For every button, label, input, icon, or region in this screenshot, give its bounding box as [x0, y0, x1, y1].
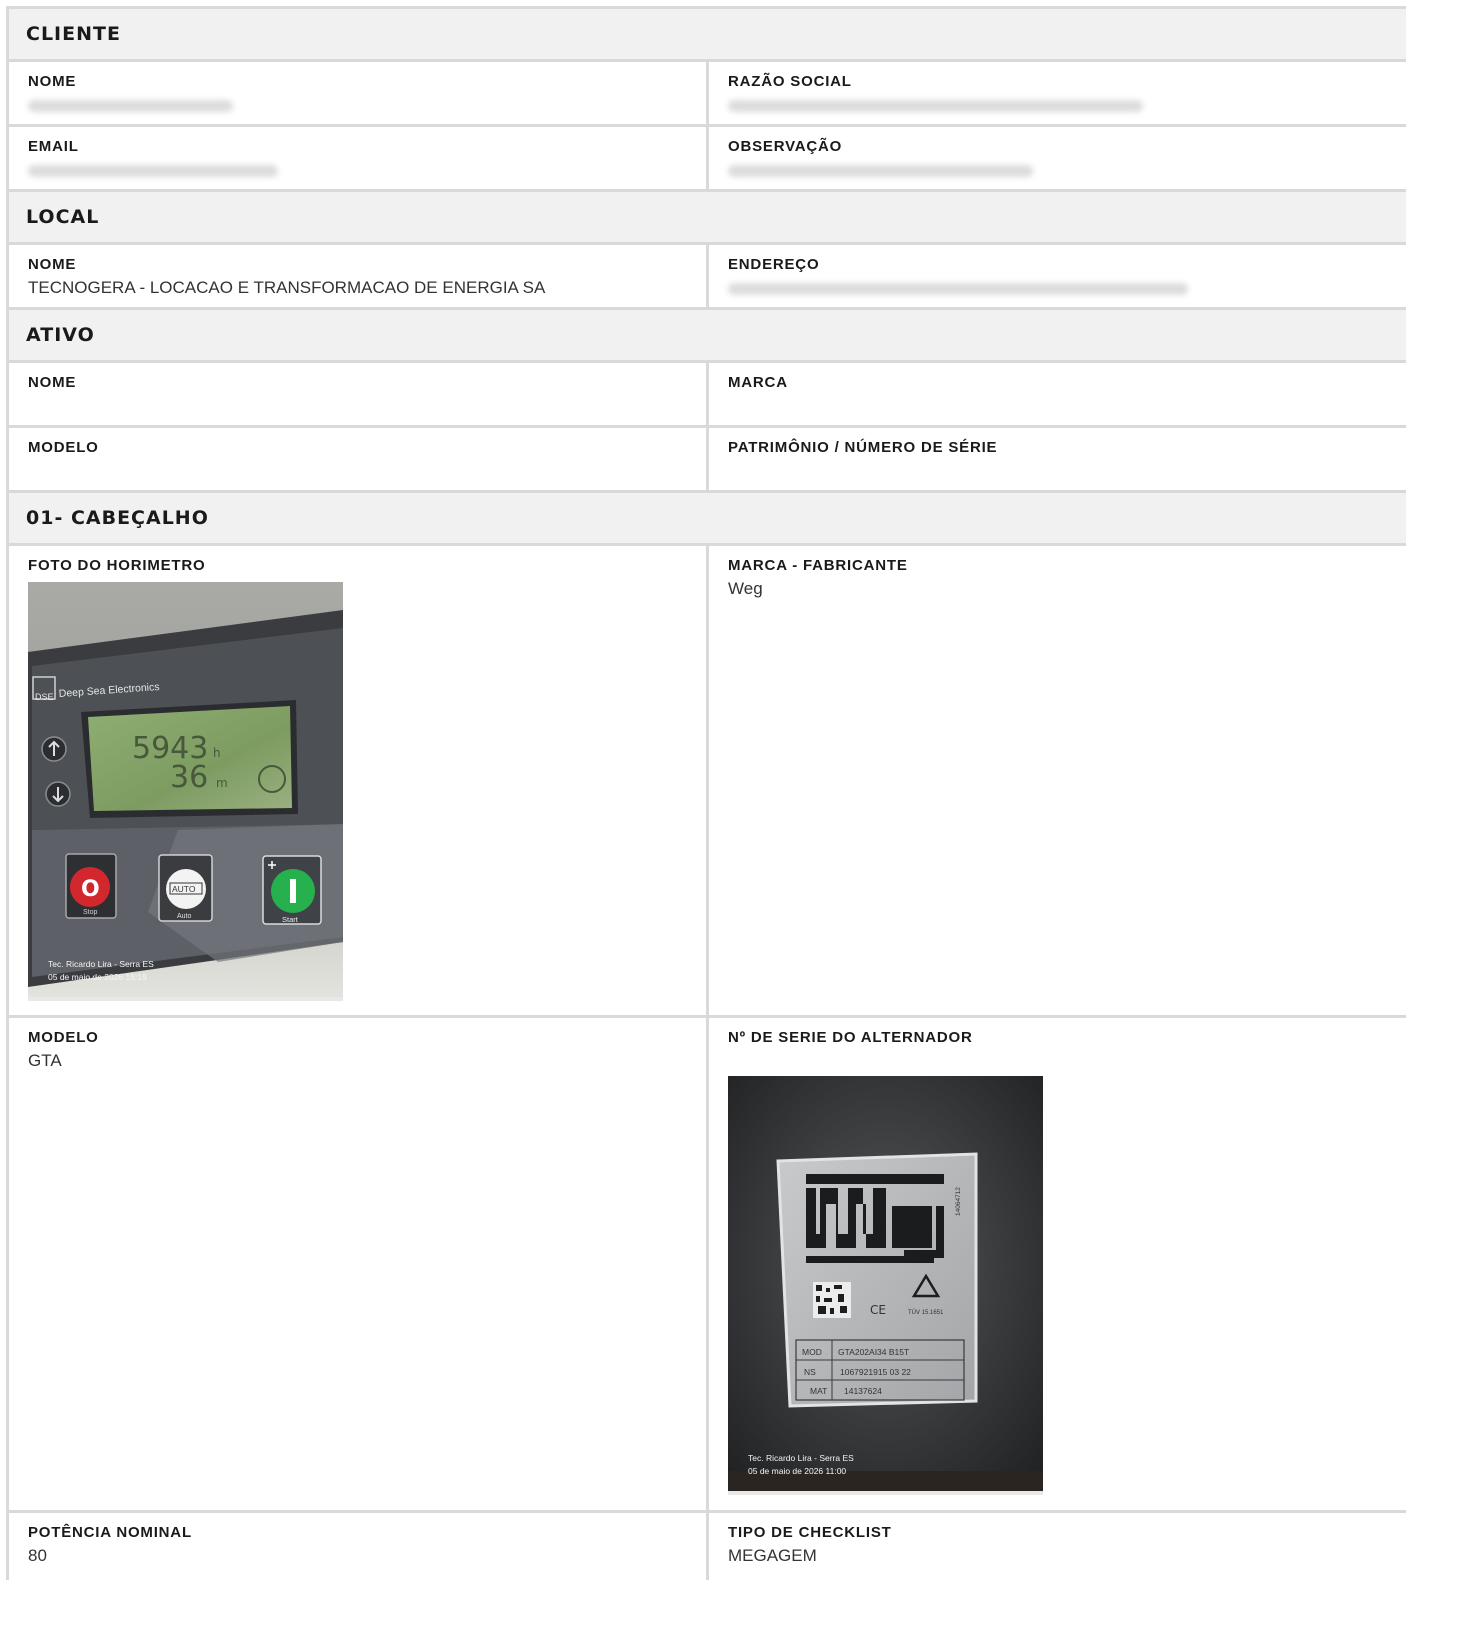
marca-fabricante-label: MARCA - FABRICANTE	[728, 557, 908, 574]
tuv-cert-text: TÜV 15.1651	[908, 1309, 944, 1316]
lcd-minutes: 36	[170, 760, 208, 795]
cliente-row-1: NOME RAZÃO SOCIAL	[6, 59, 1406, 124]
foto-horimetro-cell: FOTO DO HORIMETRO DSE Deep Sea Electroni…	[6, 546, 706, 1015]
cliente-razao-redacted	[728, 100, 1143, 112]
potencia-value: 80	[28, 1546, 47, 1565]
ativo-row-2: MODELO PATRIMÔNIO / NÚMERO DE SÉRIE	[6, 425, 1406, 490]
local-endereco-redacted	[728, 283, 1188, 295]
section-ativo-title: ATIVO	[6, 307, 1406, 360]
start-button-label: Start	[282, 915, 299, 924]
section-cabecalho-title: 01- CABEÇALHO	[6, 490, 1406, 543]
ativo-modelo-label: MODELO	[28, 439, 99, 456]
ativo-nome-label: NOME	[28, 374, 77, 391]
cliente-razao-cell: RAZÃO SOCIAL	[706, 62, 1406, 124]
foto-horimetro-label: FOTO DO HORIMETRO	[28, 557, 206, 574]
ativo-modelo-cell: MODELO	[6, 428, 706, 490]
serie-alternador-cell: Nº DE SERIE DO ALTERNADOR CE TÜV 15.1651…	[706, 1018, 1406, 1510]
plate-mat-value: 14137624	[844, 1386, 882, 1396]
local-endereco-label: ENDEREÇO	[728, 256, 820, 273]
tipo-checklist-value: MEGAGEM	[728, 1546, 817, 1565]
plate-ns-value: 1067921915 03 22	[840, 1367, 911, 1377]
local-row-1: NOME TECNOGERA - LOCACAO E TRANSFORMACAO…	[6, 242, 1406, 307]
alternador-photo[interactable]: CE TÜV 15.1651 14064712 MOD GTA202AI34 B…	[728, 1076, 1043, 1495]
svg-text:CE: CE	[870, 1303, 886, 1317]
cliente-nome-cell: NOME	[6, 62, 706, 124]
plate-mod-label: MOD	[802, 1347, 822, 1357]
auto-button-text: AUTO	[172, 884, 196, 894]
local-nome-cell: NOME TECNOGERA - LOCACAO E TRANSFORMACAO…	[6, 245, 706, 307]
cliente-obs-label: OBSERVAÇÃO	[728, 138, 843, 155]
potencia-cell: POTÊNCIA NOMINAL 80	[6, 1513, 706, 1580]
cabecalho-row-2: MODELO GTA Nº DE SERIE DO ALTERNADOR CE …	[6, 1015, 1406, 1510]
alternador-photo-image: CE TÜV 15.1651 14064712 MOD GTA202AI34 B…	[728, 1076, 1043, 1491]
ativo-marca-label: MARCA	[728, 374, 788, 391]
horimetro-photo-image: DSE Deep Sea Electronics 5943 h 36 m O S…	[28, 582, 343, 997]
local-nome-label: NOME	[28, 256, 77, 273]
local-nome-value: TECNOGERA - LOCACAO E TRANSFORMACAO DE E…	[28, 278, 546, 297]
plate-mod-value: GTA202AI34 B15T	[838, 1347, 909, 1357]
plate-mat-label: MAT	[810, 1386, 827, 1396]
cabecalho-row-3: POTÊNCIA NOMINAL 80 TIPO DE CHECKLIST ME…	[6, 1510, 1406, 1580]
cliente-razao-label: RAZÃO SOCIAL	[728, 73, 852, 90]
stop-button-label: Stop	[83, 909, 98, 916]
plate-ns-label: NS	[804, 1367, 816, 1377]
modelo-value: GTA	[28, 1051, 62, 1070]
cliente-email-label: EMAIL	[28, 138, 79, 155]
alternador-caption-1: Tec. Ricardo Lira - Serra ES	[748, 1453, 854, 1463]
cliente-obs-redacted	[728, 165, 1033, 177]
horimetro-photo[interactable]: DSE Deep Sea Electronics 5943 h 36 m O S…	[28, 582, 343, 1001]
cliente-obs-cell: OBSERVAÇÃO	[706, 127, 1406, 189]
ativo-row-1: NOME MARCA	[6, 360, 1406, 425]
modelo-label: MODELO	[28, 1029, 99, 1046]
serie-alternador-label: Nº DE SERIE DO ALTERNADOR	[728, 1029, 973, 1046]
marca-fabricante-cell: MARCA - FABRICANTE Weg	[706, 546, 1406, 1015]
ativo-patrimonio-label: PATRIMÔNIO / NÚMERO DE SÉRIE	[728, 439, 998, 456]
alternador-caption-2: 05 de maio de 2026 11:00	[748, 1466, 847, 1476]
svg-text:O: O	[81, 877, 100, 902]
cliente-email-redacted	[28, 165, 278, 177]
dse-short-text: DSE	[35, 692, 54, 702]
modelo-cell: MODELO GTA	[6, 1018, 706, 1510]
ativo-marca-cell: MARCA	[706, 363, 1406, 425]
section-cliente-title: CLIENTE	[6, 6, 1406, 59]
tipo-checklist-label: TIPO DE CHECKLIST	[728, 1524, 892, 1541]
ativo-patrimonio-cell: PATRIMÔNIO / NÚMERO DE SÉRIE	[706, 428, 1406, 490]
cliente-row-2: EMAIL OBSERVAÇÃO	[6, 124, 1406, 189]
lcd-minutes-unit: m	[216, 776, 228, 790]
cliente-nome-label: NOME	[28, 73, 77, 90]
section-local-title: LOCAL	[6, 189, 1406, 242]
cliente-email-cell: EMAIL	[6, 127, 706, 189]
lcd-hours-unit: h	[213, 746, 221, 760]
marca-fabricante-value: Weg	[728, 579, 763, 598]
ativo-nome-cell: NOME	[6, 363, 706, 425]
plate-vertical-code: 14064712	[955, 1187, 962, 1216]
horimetro-caption-2: 05 de maio de 2026 15:19	[48, 972, 147, 982]
potencia-label: POTÊNCIA NOMINAL	[28, 1524, 192, 1541]
cabecalho-row-1: FOTO DO HORIMETRO DSE Deep Sea Electroni…	[6, 543, 1406, 1015]
checklist-sheet: CLIENTE NOME RAZÃO SOCIAL EMAIL OBSERVAÇ…	[6, 6, 1406, 1580]
cliente-nome-redacted	[28, 100, 233, 112]
local-endereco-cell: ENDEREÇO	[706, 245, 1406, 307]
auto-button-label: Auto	[177, 913, 192, 920]
horimetro-caption-1: Tec. Ricardo Lira - Serra ES	[48, 959, 154, 969]
tipo-checklist-cell: TIPO DE CHECKLIST MEGAGEM	[706, 1513, 1406, 1580]
